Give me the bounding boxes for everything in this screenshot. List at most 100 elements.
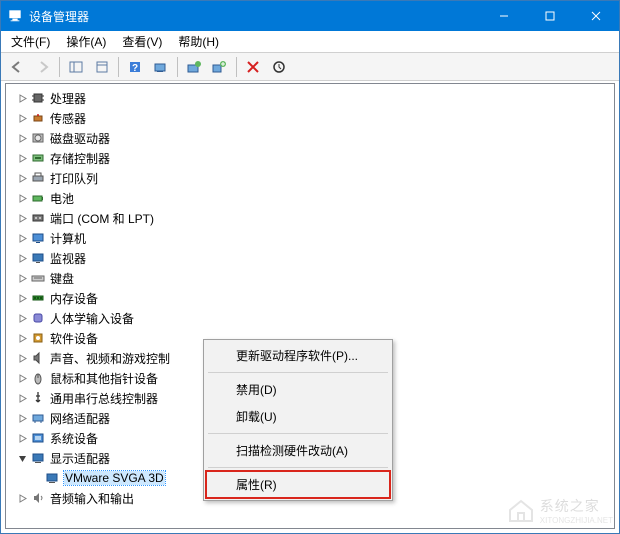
menubar: 文件(F) 操作(A) 查看(V) 帮助(H) [1, 31, 619, 53]
monitor-icon [30, 250, 46, 266]
context-menu: 更新驱动程序软件(P)... 禁用(D) 卸载(U) 扫描检测硬件改动(A) 属… [203, 339, 393, 501]
tree-node[interactable]: 存储控制器 [6, 148, 614, 168]
tree-node[interactable]: 键盘 [6, 268, 614, 288]
toolbar-show-hide-tree-button[interactable] [64, 56, 88, 78]
tree-node-label: 端口 (COM 和 LPT) [50, 210, 154, 227]
chevron-right-icon[interactable] [16, 332, 28, 344]
tree-node-label: 声音、视频和游戏控制 [50, 350, 170, 367]
menu-help[interactable]: 帮助(H) [170, 31, 227, 52]
tree-node[interactable]: 处理器 [6, 88, 614, 108]
cpu-icon [30, 90, 46, 106]
chevron-right-icon[interactable] [16, 152, 28, 164]
chevron-right-icon[interactable] [16, 192, 28, 204]
tree-node-label: 键盘 [50, 270, 74, 287]
chevron-right-icon[interactable] [16, 392, 28, 404]
toolbar-forward-button[interactable] [31, 56, 55, 78]
chevron-right-icon[interactable] [16, 352, 28, 364]
menu-file[interactable]: 文件(F) [3, 31, 58, 52]
chevron-right-icon[interactable] [16, 92, 28, 104]
tree-node-label: 系统设备 [50, 430, 98, 447]
ctx-separator [208, 467, 388, 468]
tree-node[interactable]: 人体学输入设备 [6, 308, 614, 328]
tree-node-label: 人体学输入设备 [50, 310, 134, 327]
tree-node[interactable]: 计算机 [6, 228, 614, 248]
software-icon [30, 330, 46, 346]
minimize-button[interactable] [481, 1, 527, 31]
svg-text:?: ? [132, 63, 138, 74]
tree-node-label: 处理器 [50, 90, 86, 107]
keyboard-icon [30, 270, 46, 286]
app-icon [7, 8, 23, 24]
chevron-right-icon[interactable] [16, 272, 28, 284]
chevron-down-icon[interactable] [16, 452, 28, 464]
disk-icon [30, 130, 46, 146]
tree-node[interactable]: 监视器 [6, 248, 614, 268]
chevron-right-icon[interactable] [16, 432, 28, 444]
chevron-right-icon[interactable] [16, 132, 28, 144]
close-button[interactable] [573, 1, 619, 31]
ctx-separator [208, 433, 388, 434]
chevron-right-icon[interactable] [16, 252, 28, 264]
menu-action[interactable]: 操作(A) [58, 31, 114, 52]
tree-node-label: 音频输入和输出 [50, 490, 134, 507]
toolbar-separator [236, 57, 237, 77]
tree-node-label: 存储控制器 [50, 150, 110, 167]
network-icon [30, 410, 46, 426]
display-icon [44, 470, 60, 486]
display-icon [30, 450, 46, 466]
audio-icon [30, 490, 46, 506]
tree-node-label: 监视器 [50, 250, 86, 267]
tree-node-label: 内存设备 [50, 290, 98, 307]
menu-view[interactable]: 查看(V) [114, 31, 170, 52]
chevron-right-icon[interactable] [16, 172, 28, 184]
ctx-disable[interactable]: 禁用(D) [206, 376, 390, 403]
tree-node[interactable]: 端口 (COM 和 LPT) [6, 208, 614, 228]
toolbar-separator [118, 57, 119, 77]
chevron-right-icon[interactable] [16, 412, 28, 424]
toolbar-uninstall-button[interactable] [208, 56, 232, 78]
tree-node[interactable]: 打印队列 [6, 168, 614, 188]
printqueue-icon [30, 170, 46, 186]
tree-node-label: 计算机 [50, 230, 86, 247]
ctx-separator [208, 372, 388, 373]
toolbar-scan-button[interactable] [149, 56, 173, 78]
storage-icon [30, 150, 46, 166]
ctx-properties[interactable]: 属性(R) [206, 471, 390, 498]
toolbar-back-button[interactable] [5, 56, 29, 78]
sound-icon [30, 350, 46, 366]
memory-icon [30, 290, 46, 306]
window-title: 设备管理器 [29, 8, 481, 25]
tree-node[interactable]: 传感器 [6, 108, 614, 128]
tree-node[interactable]: 内存设备 [6, 288, 614, 308]
maximize-button[interactable] [527, 1, 573, 31]
port-icon [30, 210, 46, 226]
ctx-update-driver[interactable]: 更新驱动程序软件(P)... [206, 342, 390, 369]
titlebar: 设备管理器 [1, 1, 619, 31]
chevron-right-icon[interactable] [16, 112, 28, 124]
chevron-right-icon[interactable] [16, 492, 28, 504]
tree-node-label: 电池 [50, 190, 74, 207]
toolbar-help-button[interactable]: ? [123, 56, 147, 78]
usb-icon [30, 390, 46, 406]
chevron-right-icon[interactable] [16, 212, 28, 224]
ctx-scan-hardware[interactable]: 扫描检测硬件改动(A) [206, 437, 390, 464]
tree-node-label: 网络适配器 [50, 410, 110, 427]
tree-node-label: 软件设备 [50, 330, 98, 347]
chevron-right-icon[interactable] [16, 312, 28, 324]
toolbar-update-driver-button[interactable] [182, 56, 206, 78]
toolbar-separator [177, 57, 178, 77]
ctx-uninstall[interactable]: 卸载(U) [206, 403, 390, 430]
toolbar-disable-button[interactable] [241, 56, 265, 78]
tree-node[interactable]: 磁盘驱动器 [6, 128, 614, 148]
hid-icon [30, 310, 46, 326]
toolbar-properties-button[interactable] [90, 56, 114, 78]
toolbar-separator [59, 57, 60, 77]
chevron-right-icon[interactable] [16, 372, 28, 384]
tree-node-label: 显示适配器 [50, 450, 110, 467]
toolbar-enable-button[interactable] [267, 56, 291, 78]
battery-icon [30, 190, 46, 206]
tree-node[interactable]: 电池 [6, 188, 614, 208]
chevron-right-icon[interactable] [16, 232, 28, 244]
computer-icon [30, 230, 46, 246]
chevron-right-icon[interactable] [16, 292, 28, 304]
